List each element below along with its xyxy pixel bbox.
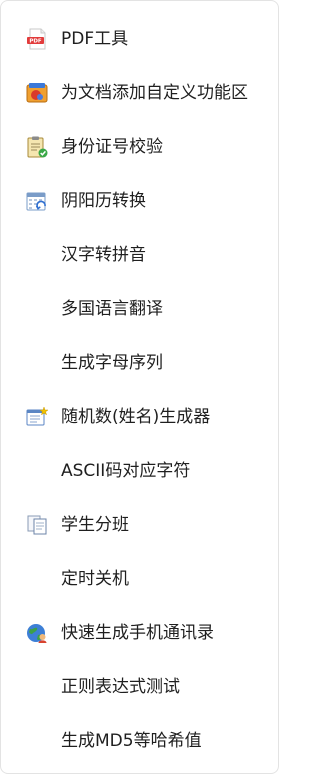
menu-item-ascii[interactable]: ASCII码对应字符: [1, 444, 280, 498]
menu-item-label: 学生分班: [61, 515, 129, 535]
menu-item-label: 正则表达式测试: [61, 677, 180, 697]
menu-item-random-generator[interactable]: 随机数(姓名)生成器: [1, 390, 280, 444]
pdf-icon: PDF: [25, 28, 49, 50]
menu-item-id-check[interactable]: 身份证号校验: [1, 120, 280, 174]
menu-item-label: 随机数(姓名)生成器: [61, 407, 211, 427]
clipboard-check-icon: [25, 136, 49, 158]
menu-item-pinyin[interactable]: 汉字转拼音: [1, 228, 280, 282]
menu-item-label: ASCII码对应字符: [61, 461, 191, 481]
menu-item-student-grouping[interactable]: 学生分班: [1, 498, 280, 552]
menu-item-label: 生成MD5等哈希值: [61, 731, 202, 751]
menu-item-scheduled-shutdown[interactable]: 定时关机: [1, 552, 280, 606]
menu-item-label: 生成字母序列: [61, 353, 163, 373]
menu-item-label: 阴阳历转换: [61, 191, 146, 211]
random-generator-icon: [25, 406, 49, 428]
calendar-convert-icon: [25, 190, 49, 212]
menu-item-label: 快速生成手机通讯录: [61, 623, 214, 643]
menu-item-contacts[interactable]: 快速生成手机通讯录: [1, 606, 280, 660]
document-split-icon: [25, 514, 49, 536]
menu-item-translate[interactable]: 多国语言翻译: [1, 282, 280, 336]
menu-item-hash[interactable]: 生成MD5等哈希值: [1, 714, 280, 768]
ribbon-icon: [25, 82, 49, 104]
menu-item-label: PDF工具: [61, 29, 129, 49]
tools-menu: PDF PDF工具 为文档添加自定义功能区 身份证号校验 阴阳历转换 汉字转拼音…: [0, 0, 279, 774]
menu-item-label: 定时关机: [61, 569, 129, 589]
menu-item-label: 为文档添加自定义功能区: [61, 83, 248, 103]
menu-item-pdf-tools[interactable]: PDF PDF工具: [1, 12, 280, 66]
svg-text:PDF: PDF: [29, 39, 42, 45]
menu-item-regex-test[interactable]: 正则表达式测试: [1, 660, 280, 714]
contacts-globe-icon: [25, 622, 49, 644]
menu-item-label: 汉字转拼音: [61, 245, 146, 265]
menu-item-calendar-convert[interactable]: 阴阳历转换: [1, 174, 280, 228]
menu-item-custom-ribbon[interactable]: 为文档添加自定义功能区: [1, 66, 280, 120]
menu-item-label: 多国语言翻译: [61, 299, 163, 319]
menu-item-letter-sequence[interactable]: 生成字母序列: [1, 336, 280, 390]
menu-item-label: 身份证号校验: [61, 137, 163, 157]
